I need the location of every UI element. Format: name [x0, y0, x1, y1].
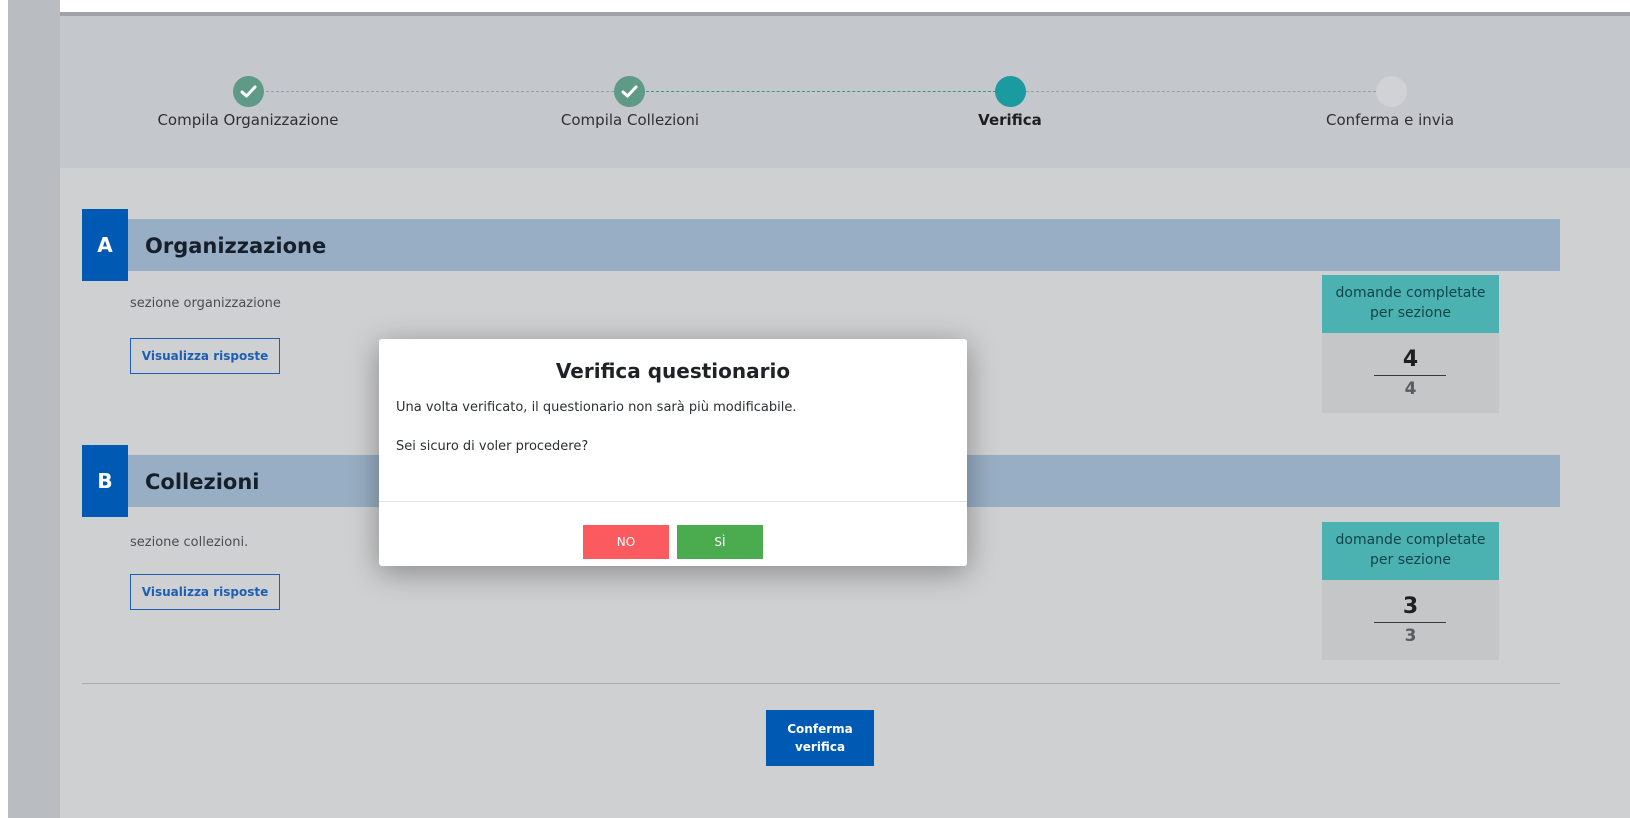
step-4-pending-dot: [1376, 76, 1407, 107]
section-b-fraction-line: [1374, 622, 1446, 623]
section-b-completed-count: 3: [1402, 594, 1419, 619]
footer-divider: [82, 683, 1560, 684]
dialog-message: Una volta verificato, il questionario no…: [396, 400, 797, 415]
section-a-stat-body: 4 4: [1322, 333, 1499, 413]
section-a-letter: A: [82, 209, 128, 281]
confirm-verification-button[interactable]: Conferma verifica: [766, 710, 874, 766]
step-2-label: Compila Collezioni: [560, 111, 700, 129]
step-connector-1: [261, 91, 629, 92]
section-a-view-answers-button[interactable]: Visualizza risposte: [130, 338, 280, 374]
section-b-description: sezione collezioni.: [130, 535, 249, 550]
section-b-letter: B: [82, 445, 128, 517]
step-4-label: Conferma e invia: [1325, 111, 1455, 129]
section-a-stat-header: domande completate per sezione: [1322, 275, 1499, 333]
verify-dialog: Verifica questionario Una volta verifica…: [379, 339, 967, 566]
dialog-yes-button[interactable]: SÌ: [677, 525, 763, 559]
section-b-stat-body: 3 3: [1322, 580, 1499, 660]
step-2-check-icon: [614, 76, 645, 107]
section-a-title: Organizzazione: [145, 234, 327, 258]
section-b-total-count: 3: [1404, 626, 1417, 646]
section-a-description: sezione organizzazione: [130, 296, 281, 311]
progress-stepper: Compila Organizzazione Compila Collezion…: [60, 16, 1630, 169]
section-b-title: Collezioni: [145, 470, 260, 494]
dialog-no-button[interactable]: NO: [583, 525, 669, 559]
step-connector-2: [646, 91, 996, 92]
step-1-check-icon: [233, 76, 264, 107]
section-b-view-answers-button[interactable]: Visualizza risposte: [130, 574, 280, 610]
dialog-separator: [379, 501, 967, 502]
section-a-stat-box: domande completate per sezione 4 4: [1322, 275, 1499, 413]
dialog-title: Verifica questionario: [555, 359, 791, 383]
section-b-stat-header: domande completate per sezione: [1322, 522, 1499, 580]
dialog-question: Sei sicuro di voler procedere?: [396, 439, 589, 454]
section-b-stat-box: domande completate per sezione 3 3: [1322, 522, 1499, 660]
section-a-completed-count: 4: [1402, 347, 1419, 372]
top-border: [60, 0, 1630, 16]
section-a-fraction-line: [1374, 375, 1446, 376]
left-edge: [0, 0, 8, 818]
step-1-label: Compila Organizzazione: [157, 111, 339, 129]
step-3-label: Verifica: [978, 111, 1042, 129]
step-3-current-dot: [995, 76, 1026, 107]
left-rail: [0, 0, 60, 818]
step-connector-3: [1026, 91, 1386, 92]
section-a-total-count: 4: [1404, 379, 1417, 399]
